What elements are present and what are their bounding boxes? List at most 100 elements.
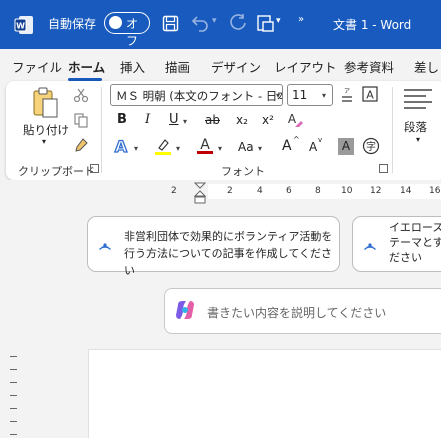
ruler-number: 4 [257, 186, 263, 196]
suggestion-line: ださい [389, 251, 422, 264]
copilot-prompt-input[interactable]: 書きたい内容を説明してください [164, 288, 441, 334]
suggestion-line: 非営利団体で効果的にボランティア活動を [124, 230, 333, 243]
vertical-ruler-tick [10, 382, 17, 383]
paste-dropdown-icon[interactable]: ▾ [42, 137, 46, 146]
enclose-characters-icon[interactable]: A [362, 86, 378, 102]
svg-text:A: A [288, 112, 297, 126]
ruler-number: 14 [400, 186, 412, 196]
undo-dropdown-icon[interactable]: ▾ [212, 16, 217, 26]
grow-font-arrow-icon: ^ [293, 135, 300, 144]
svg-text:A: A [115, 137, 128, 155]
character-shading-button[interactable]: A [338, 138, 354, 155]
suggestion-text: 非営利団体で効果的にボランティア活動を 行う方法についての記事を作成してください [124, 228, 339, 279]
paste-label[interactable]: 貼り付け [23, 122, 69, 138]
grow-font-button[interactable]: A [282, 138, 292, 154]
indent-marker-icon[interactable] [194, 182, 206, 206]
copilot-suggestion-card[interactable]: イエロースト テーマとする ださい [352, 216, 441, 272]
word-logo-icon[interactable]: W [14, 15, 34, 35]
autosave-state: オフ [126, 17, 139, 48]
vertical-ruler-tick [10, 421, 17, 422]
svg-text:ア: ア [344, 88, 350, 95]
shrink-font-button[interactable]: A [309, 140, 317, 154]
paragraph-dropdown-icon[interactable]: ▾ [416, 135, 420, 144]
ruler-number: 8 [315, 186, 321, 196]
copilot-icon [176, 301, 194, 319]
underline-dropdown-icon[interactable]: ▾ [183, 117, 187, 126]
change-case-dropdown-icon[interactable]: ▾ [258, 144, 262, 153]
qat-dropdown-icon[interactable]: ▾ [276, 16, 281, 26]
font-color-icon[interactable]: A [196, 136, 214, 155]
vertical-ruler-tick [10, 408, 17, 409]
enclosed-character-icon[interactable]: 字 [362, 137, 380, 155]
ruler-number: 10 [341, 186, 353, 196]
tab-layout[interactable]: レイアウト [274, 57, 337, 76]
tab-home[interactable]: ホーム [68, 57, 105, 76]
tab-mailings[interactable]: 差し [414, 57, 439, 76]
copilot-suggestion-card[interactable]: 非営利団体で効果的にボランティア活動を 行う方法についての記事を作成してください [87, 216, 340, 277]
prompt-placeholder: 書きたい内容を説明してください [207, 306, 387, 320]
font-launcher-icon[interactable] [379, 164, 388, 173]
suggestion-text: イエロースト テーマとする ださい [389, 220, 441, 265]
text-effects-icon[interactable]: A [112, 137, 130, 155]
text-effects-dropdown-icon[interactable]: ▾ [134, 144, 138, 153]
tab-references[interactable]: 参考資料 [344, 57, 394, 76]
font-size-select[interactable]: 11 [287, 84, 333, 106]
suggestion-line: テーマとする [389, 236, 441, 249]
svg-text:A: A [200, 137, 210, 153]
redo-icon[interactable] [228, 13, 248, 33]
vertical-ruler [6, 206, 20, 438]
ruler-number: 2 [171, 186, 177, 196]
highlight-color-icon[interactable] [154, 137, 172, 155]
suggestion-line: 行う方法についての記事を作成してください [124, 247, 333, 277]
save-icon[interactable] [162, 15, 179, 32]
autosave-toggle[interactable]: オフ [104, 12, 150, 48]
tab-draw[interactable]: 描画 [165, 57, 190, 76]
format-painter-icon[interactable] [73, 137, 89, 153]
italic-button[interactable]: I [145, 112, 150, 127]
ruler-number: 2 [227, 186, 233, 196]
ruler-number: 6 [286, 186, 292, 196]
subscript-button[interactable]: x₂ [236, 113, 248, 127]
toggle-knob [109, 16, 122, 29]
ruler-number: 16 [429, 186, 441, 196]
undo-icon[interactable] [190, 13, 210, 33]
broadcast-icon [364, 243, 376, 250]
font-group-label: フォント [221, 165, 265, 178]
font-color-dropdown-icon[interactable]: ▾ [218, 144, 222, 153]
bold-button[interactable]: B [117, 112, 127, 127]
superscript-button[interactable]: x² [262, 113, 274, 127]
underline-button[interactable]: U [169, 112, 179, 127]
font-size-dropdown-icon[interactable]: ▾ [322, 91, 326, 100]
cut-icon[interactable] [73, 87, 89, 103]
paste-icon[interactable] [32, 87, 60, 119]
document-page[interactable] [88, 349, 441, 438]
more-commands-icon[interactable]: » [298, 14, 304, 25]
svg-text:W: W [16, 22, 25, 31]
clipboard-group-label: クリップボード [18, 165, 95, 178]
phonetic-guide-icon[interactable]: ア [339, 86, 355, 104]
change-case-button[interactable]: Aa [238, 140, 254, 154]
suggestion-line: イエロースト [389, 221, 441, 234]
clear-formatting-icon[interactable]: A [286, 111, 304, 129]
ruler-number: 12 [370, 186, 382, 196]
svg-text:A: A [366, 89, 374, 102]
broadcast-icon [99, 243, 111, 250]
highlight-dropdown-icon[interactable]: ▾ [176, 144, 180, 153]
tab-file[interactable]: ファイル [12, 57, 62, 76]
clipboard-launcher-icon[interactable] [90, 164, 99, 173]
ribbon-tabs: ファイル ホーム 挿入 描画 デザイン レイアウト 参考資料 差し [0, 49, 441, 81]
paragraph-icon[interactable] [402, 87, 434, 113]
title-bar: W 自動保存 オフ ▾ ▾ » 文書 1 - Word [0, 0, 441, 49]
vertical-ruler-tick [10, 356, 17, 357]
tab-insert[interactable]: 挿入 [120, 57, 145, 76]
copy-icon[interactable] [73, 112, 89, 128]
paragraph-label[interactable]: 段落 [404, 119, 427, 135]
font-name-select[interactable]: ＭＳ 明朝 (本文のフォント - 日本語) [110, 84, 283, 106]
print-layout-icon[interactable] [255, 14, 275, 34]
strikethrough-button[interactable]: ab [205, 113, 220, 127]
vertical-ruler-tick [10, 395, 17, 396]
tab-design[interactable]: デザイン [211, 57, 261, 76]
font-name-dropdown-icon[interactable]: ▾ [276, 91, 280, 100]
svg-text:字: 字 [366, 140, 376, 153]
autosave-label: 自動保存 [48, 17, 97, 31]
